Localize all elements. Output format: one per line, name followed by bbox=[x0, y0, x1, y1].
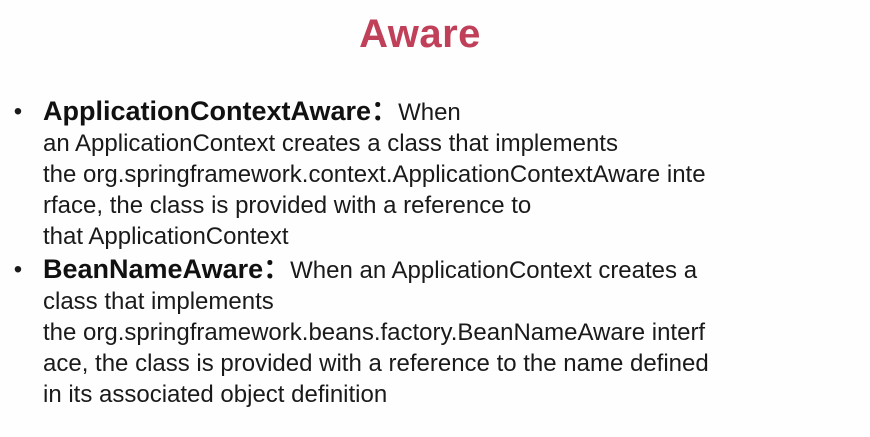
bullet-dot-icon: • bbox=[13, 98, 23, 125]
bullet-text-line: an ApplicationContext creates a class th… bbox=[43, 130, 618, 157]
bullet-text-line: When bbox=[398, 99, 461, 126]
bullet-text-line: the org.springframework.beans.factory.Be… bbox=[43, 319, 706, 346]
bullet-first-line: BeanNameAware：When an ApplicationContext… bbox=[43, 254, 853, 286]
bullet-text-line: rface, the class is provided with a refe… bbox=[43, 192, 532, 219]
slide: Aware • ApplicationContextAware：When an … bbox=[0, 0, 870, 437]
bullet-term: BeanNameAware： bbox=[43, 254, 291, 284]
bullet-list: • ApplicationContextAware：When an Applic… bbox=[8, 96, 853, 412]
bullet-text-line: ace, the class is provided with a refere… bbox=[43, 350, 709, 377]
bullet-text-line: that ApplicationContext bbox=[43, 223, 289, 250]
bullet-text-line: in its associated object definition bbox=[43, 381, 388, 408]
bullet-text-line: the org.springframework.context.Applicat… bbox=[43, 161, 706, 188]
bullet-text-line: When an ApplicationContext creates a bbox=[290, 257, 698, 284]
bullet-application-context-aware: • ApplicationContextAware：When an Applic… bbox=[8, 96, 853, 252]
bullet-dot-icon: • bbox=[13, 256, 23, 283]
bullet-text-line: class that implements bbox=[43, 288, 274, 315]
bullet-term: ApplicationContextAware： bbox=[43, 96, 399, 126]
slide-title: Aware bbox=[359, 12, 481, 56]
bullet-bean-name-aware: • BeanNameAware：When an ApplicationConte… bbox=[8, 254, 853, 410]
bullet-first-line: ApplicationContextAware：When bbox=[43, 96, 853, 128]
